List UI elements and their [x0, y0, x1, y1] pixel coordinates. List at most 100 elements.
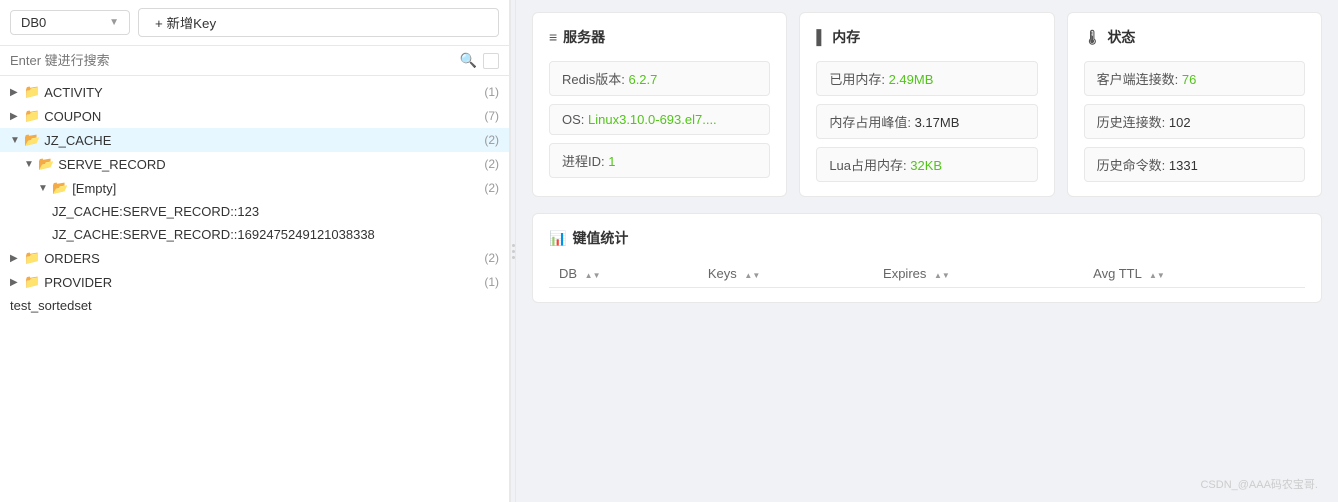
search-input[interactable] — [10, 53, 454, 68]
status-stat-clients: 客户端连接数: 76 — [1084, 61, 1305, 96]
lua-mem-value: 32KB — [910, 158, 942, 173]
redis-version-label: Redis版本: — [562, 72, 628, 87]
chevron-right-icon: ▶ — [10, 277, 22, 288]
tree-item-empty[interactable]: ▼ 📂 [Empty] (2) — [0, 176, 509, 200]
stats-row: ≡ 服务器 Redis版本: 6.2.7 OS: Linux3.10.0-693… — [532, 12, 1322, 197]
right-panel: ≡ 服务器 Redis版本: 6.2.7 OS: Linux3.10.0-693… — [516, 0, 1338, 502]
hist-cmd-label: 历史命令数: — [1097, 158, 1169, 173]
divider-dots — [512, 244, 515, 259]
peak-mem-value: 3.17MB — [915, 115, 960, 130]
sort-arrows-icon: ▲▼ — [744, 272, 760, 280]
peak-mem-label: 内存占用峰值: — [829, 115, 914, 130]
memory-icon: ▌ — [816, 29, 826, 45]
memory-title-text: 内存 — [832, 27, 860, 47]
status-title-text: 状态 — [1107, 27, 1135, 47]
status-card-title: 🌡 状态 — [1084, 27, 1305, 47]
memory-card: ▌ 内存 已用内存: 2.49MB 内存占用峰值: 3.17MB Lua占用内存… — [799, 12, 1054, 197]
memory-stat-peak: 内存占用峰值: 3.17MB — [816, 104, 1037, 139]
sort-arrows-icon: ▲▼ — [1149, 272, 1165, 280]
tree-item-label: ORDERS — [44, 251, 476, 266]
hist-cmd-value: 1331 — [1169, 158, 1198, 173]
chevron-right-icon: ▶ — [10, 111, 22, 122]
search-bar: 🔍 — [0, 46, 509, 76]
divider-dot — [512, 244, 515, 247]
tree-item-label: SERVE_RECORD — [58, 157, 476, 172]
os-value: Linux3.10.0-693.el7.... — [588, 112, 717, 127]
clients-label: 客户端连接数: — [1097, 72, 1182, 87]
divider-dot — [512, 250, 515, 253]
server-card-title: ≡ 服务器 — [549, 27, 770, 47]
hist-conn-label: 历史连接数: — [1097, 115, 1169, 130]
tree-item-label: JZ_CACHE — [44, 133, 476, 148]
tree-item-label: JZ_CACHE:SERVE_RECORD::123 — [52, 204, 499, 219]
kv-section-title: 📊 键值统计 — [549, 228, 1305, 248]
memory-card-title: ▌ 内存 — [816, 27, 1037, 47]
add-key-button[interactable]: + 新增Key — [138, 8, 499, 37]
lua-mem-label: Lua占用内存: — [829, 158, 910, 173]
server-icon: ≡ — [549, 29, 557, 45]
folder-icon: 📁 — [24, 250, 40, 266]
status-stat-items: 客户端连接数: 76 历史连接数: 102 历史命令数: 1331 — [1084, 61, 1305, 182]
tree-item-serve-record[interactable]: ▼ 📂 SERVE_RECORD (2) — [0, 152, 509, 176]
chevron-down-icon: ▼ — [109, 17, 119, 28]
tree-item-orders[interactable]: ▶ 📁 ORDERS (2) — [0, 246, 509, 270]
col-db: DB ▲▼ — [549, 260, 698, 288]
search-icon: 🔍 — [460, 52, 477, 69]
chevron-down-icon: ▼ — [24, 159, 36, 170]
tree-item-label: [Empty] — [72, 181, 476, 196]
sort-arrows-icon: ▲▼ — [585, 272, 601, 280]
col-keys: Keys ▲▼ — [698, 260, 873, 288]
tree-item-key2[interactable]: JZ_CACHE:SERVE_RECORD::16924752491210383… — [0, 223, 509, 246]
status-stat-hist-commands: 历史命令数: 1331 — [1084, 147, 1305, 182]
memory-stat-items: 已用内存: 2.49MB 内存占用峰值: 3.17MB Lua占用内存: 32K… — [816, 61, 1037, 182]
tree-item-count: (2) — [484, 181, 499, 195]
tree-item-jz-cache[interactable]: ▼ 📂 JZ_CACHE (2) — [0, 128, 509, 152]
divider-dot — [512, 256, 515, 259]
tree-item-provider[interactable]: ▶ 📁 PROVIDER (1) — [0, 270, 509, 294]
status-card: 🌡 状态 客户端连接数: 76 历史连接数: 102 历史命令数: 1331 — [1067, 12, 1322, 197]
tree-item-label: PROVIDER — [44, 275, 476, 290]
chevron-right-icon: ▶ — [10, 87, 22, 98]
tree-item-count: (1) — [484, 275, 499, 289]
tree-item-activity[interactable]: ▶ 📁 ACTIVITY (1) — [0, 80, 509, 104]
tree-item-label: ACTIVITY — [44, 85, 476, 100]
col-avg-ttl: Avg TTL ▲▼ — [1083, 260, 1305, 288]
folder-open-icon: 📂 — [38, 156, 54, 172]
filter-icon[interactable] — [483, 53, 499, 69]
tree-item-key1[interactable]: JZ_CACHE:SERVE_RECORD::123 — [0, 200, 509, 223]
add-key-label: + 新增Key — [155, 13, 216, 32]
clients-value: 76 — [1182, 72, 1196, 87]
hist-conn-value: 102 — [1169, 115, 1191, 130]
tree-item-count: (1) — [484, 85, 499, 99]
tree-item-count: (2) — [484, 157, 499, 171]
kv-section: 📊 键值统计 DB ▲▼ Keys ▲▼ Expires ▲▼ Avg TTL … — [532, 213, 1322, 303]
chevron-right-icon: ▶ — [10, 253, 22, 264]
tree-item-coupon[interactable]: ▶ 📁 COUPON (7) — [0, 104, 509, 128]
chevron-down-icon: ▼ — [38, 183, 50, 194]
server-card: ≡ 服务器 Redis版本: 6.2.7 OS: Linux3.10.0-693… — [532, 12, 787, 197]
db-selector[interactable]: DB0 ▼ — [10, 10, 130, 35]
used-mem-value: 2.49MB — [889, 72, 934, 87]
folder-open-icon: 📂 — [24, 132, 40, 148]
col-expires: Expires ▲▼ — [873, 260, 1083, 288]
os-label: OS: — [562, 112, 588, 127]
server-stat-pid: 进程ID: 1 — [549, 143, 770, 178]
tree-item-count: (2) — [484, 133, 499, 147]
tree-item-label: JZ_CACHE:SERVE_RECORD::16924752491210383… — [52, 227, 499, 242]
status-icon: 🌡 — [1084, 29, 1102, 46]
folder-open-icon: 📂 — [52, 180, 68, 196]
used-mem-label: 已用内存: — [829, 72, 888, 87]
redis-version-value: 6.2.7 — [628, 72, 657, 87]
tree-item-label: COUPON — [44, 109, 476, 124]
memory-stat-lua: Lua占用内存: 32KB — [816, 147, 1037, 182]
folder-icon: 📁 — [24, 274, 40, 290]
server-stat-redis-version: Redis版本: 6.2.7 — [549, 61, 770, 96]
kv-chart-icon: 📊 — [549, 230, 566, 247]
status-stat-hist-connections: 历史连接数: 102 — [1084, 104, 1305, 139]
tree-item-test-sortedset[interactable]: test_sortedset — [0, 294, 509, 317]
sort-arrows-icon: ▲▼ — [934, 272, 950, 280]
tree-item-count: (7) — [484, 109, 499, 123]
tree-item-label: test_sortedset — [10, 298, 499, 313]
chevron-down-icon: ▼ — [10, 135, 22, 146]
memory-stat-used: 已用内存: 2.49MB — [816, 61, 1037, 96]
